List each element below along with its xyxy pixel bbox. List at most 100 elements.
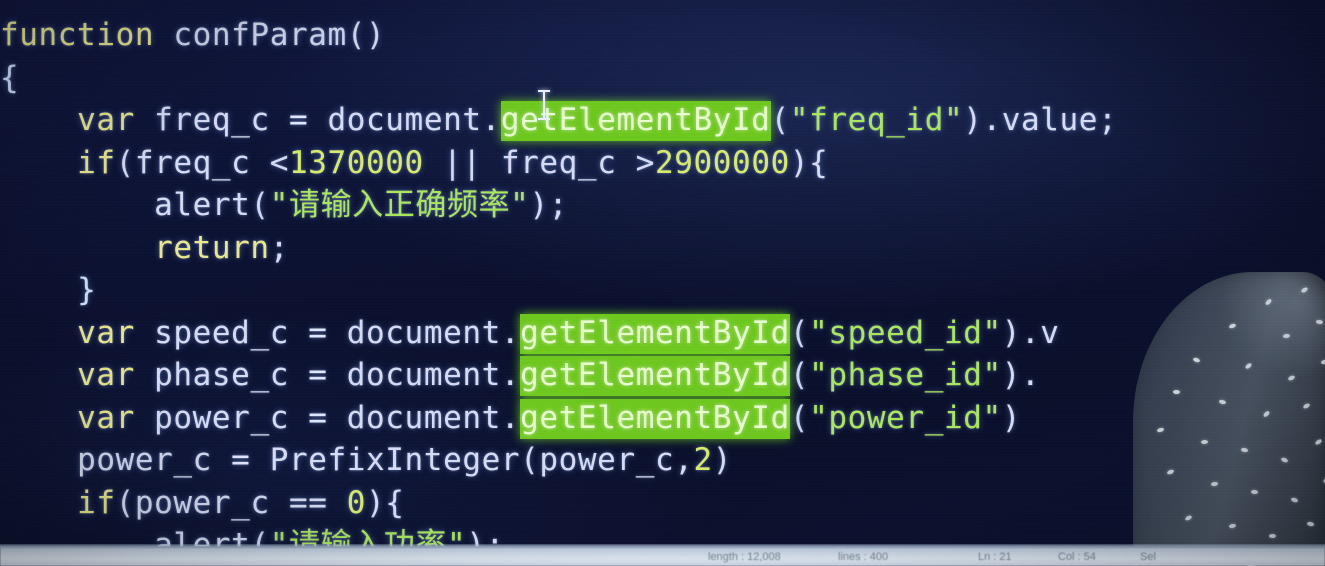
code-line[interactable]: var power_c = document.getElementById("p… — [0, 397, 1325, 440]
code-token: ( — [789, 357, 810, 393]
code-token: ) — [1001, 399, 1022, 436]
selected-token-getelementbyid[interactable]: getElementById — [520, 313, 790, 354]
status-length: length : 12,008 — [708, 551, 781, 563]
code-token: document. — [327, 399, 521, 436]
jacket-fleck — [1315, 319, 1324, 325]
keyword-token: var — [77, 102, 135, 138]
jacket-fleck — [1320, 359, 1325, 365]
numeric-literal: 2 — [693, 442, 713, 478]
jacket-fleck — [1184, 514, 1193, 522]
status-bar-separator — [664, 546, 1024, 548]
code-editor-text-area[interactable]: function confParam(){ var freq_c = docum… — [0, 0, 1325, 566]
jacket-fleck — [1264, 298, 1273, 306]
selected-token-getelementbyid[interactable]: getElementById — [520, 398, 790, 439]
code-token: ) — [712, 442, 733, 478]
code-token: alert — [154, 187, 251, 223]
code-line[interactable]: return; — [0, 227, 1325, 270]
code-line[interactable]: if(power_c == 0){ — [0, 482, 1325, 525]
status-bar: length : 12,008 lines : 400 Ln : 21 Col … — [0, 546, 1325, 566]
jacket-fleck — [1287, 374, 1296, 382]
code-token: || freq_c > — [423, 144, 655, 181]
code-token: ( — [789, 399, 810, 436]
code-token: speed_c — [134, 314, 309, 351]
code-token: ).v — [1001, 314, 1060, 351]
code-token: (power_c == — [115, 484, 347, 521]
jacket-fleck — [1228, 322, 1237, 330]
code-line[interactable]: function confParam() — [0, 14, 1325, 57]
code-token: ( — [770, 102, 790, 138]
keyword-token: var — [77, 399, 135, 436]
code-line[interactable]: var speed_c = document.getElementById("s… — [0, 312, 1325, 355]
status-selection: Sel — [1140, 551, 1156, 563]
code-token: power_c — [77, 442, 232, 478]
jacket-fleck — [1262, 410, 1271, 418]
code-token: } — [77, 272, 97, 308]
jacket-fleck — [1172, 389, 1181, 395]
code-token: power_c — [134, 399, 309, 436]
code-token: ){ — [366, 484, 405, 521]
code-token: { — [0, 59, 20, 96]
code-token: document. — [327, 314, 521, 351]
code-token: PrefixInteger(power_c, — [250, 442, 694, 478]
code-token: ); — [529, 187, 568, 223]
jacket-fleck — [1314, 438, 1323, 446]
string-literal: "freq_id" — [789, 102, 964, 138]
status-column-number: Col : 54 — [1058, 551, 1096, 563]
code-token: freq_c — [134, 102, 289, 138]
status-line-number: Ln : 21 — [978, 551, 1012, 563]
code-token: = — [288, 102, 309, 138]
jacket-fleck — [1200, 439, 1209, 445]
code-line[interactable]: var phase_c = document.getElementById("p… — [0, 354, 1325, 397]
code-token: ){ — [789, 144, 829, 181]
jacket-fleck — [1192, 356, 1201, 364]
string-literal: "speed_id" — [809, 314, 1002, 351]
numeric-literal: 0 — [346, 484, 367, 521]
code-line[interactable]: power_c = PrefixInteger(power_c,2) — [0, 439, 1325, 482]
code-token: = — [308, 314, 328, 351]
code-line[interactable]: } — [0, 269, 1325, 312]
string-literal: "请输入正确频率" — [269, 187, 530, 223]
keyword-token: function — [0, 17, 155, 53]
code-token: = — [231, 442, 251, 478]
code-token: ).value; — [963, 102, 1118, 138]
code-line[interactable]: alert("请输入正确频率"); — [0, 184, 1325, 227]
code-token: ). — [1001, 357, 1041, 393]
jacket-fleck — [1240, 447, 1249, 453]
jacket-fleck — [1218, 399, 1227, 405]
code-token: document. — [308, 102, 501, 138]
code-token: ; — [269, 229, 289, 266]
jacket-fleck — [1302, 402, 1311, 410]
jacket-fleck — [1306, 521, 1315, 527]
code-token: ( — [250, 187, 270, 223]
selected-token-getelementbyid[interactable]: getElementById — [520, 356, 790, 396]
jacket-fleck — [1166, 468, 1175, 476]
code-token: = — [308, 399, 328, 436]
screen-recording-frame: function confParam(){ var freq_c = docum… — [0, 0, 1325, 566]
code-token: phase_c — [134, 357, 309, 393]
code-line[interactable]: var freq_c = document.getElementById("fr… — [0, 99, 1325, 142]
selected-token-getelementbyid[interactable]: getElementById — [500, 101, 771, 141]
code-token: (freq_c < — [115, 144, 289, 181]
code-line[interactable]: { — [0, 57, 1325, 100]
jacket-fleck — [1228, 523, 1237, 529]
keyword-token: var — [77, 357, 135, 393]
numeric-literal: 1370000 — [288, 144, 424, 181]
jacket-shoulder-shape — [1133, 272, 1325, 566]
presenter-shoulder — [1133, 272, 1325, 566]
jacket-fleck — [1156, 427, 1165, 433]
code-token: = — [308, 357, 328, 393]
jacket-fleck — [1282, 333, 1291, 339]
jacket-fleck — [1280, 456, 1289, 464]
jacket-fleck — [1244, 362, 1253, 370]
code-line[interactable]: if(freq_c <1370000 || freq_c >2900000){ — [0, 142, 1325, 185]
